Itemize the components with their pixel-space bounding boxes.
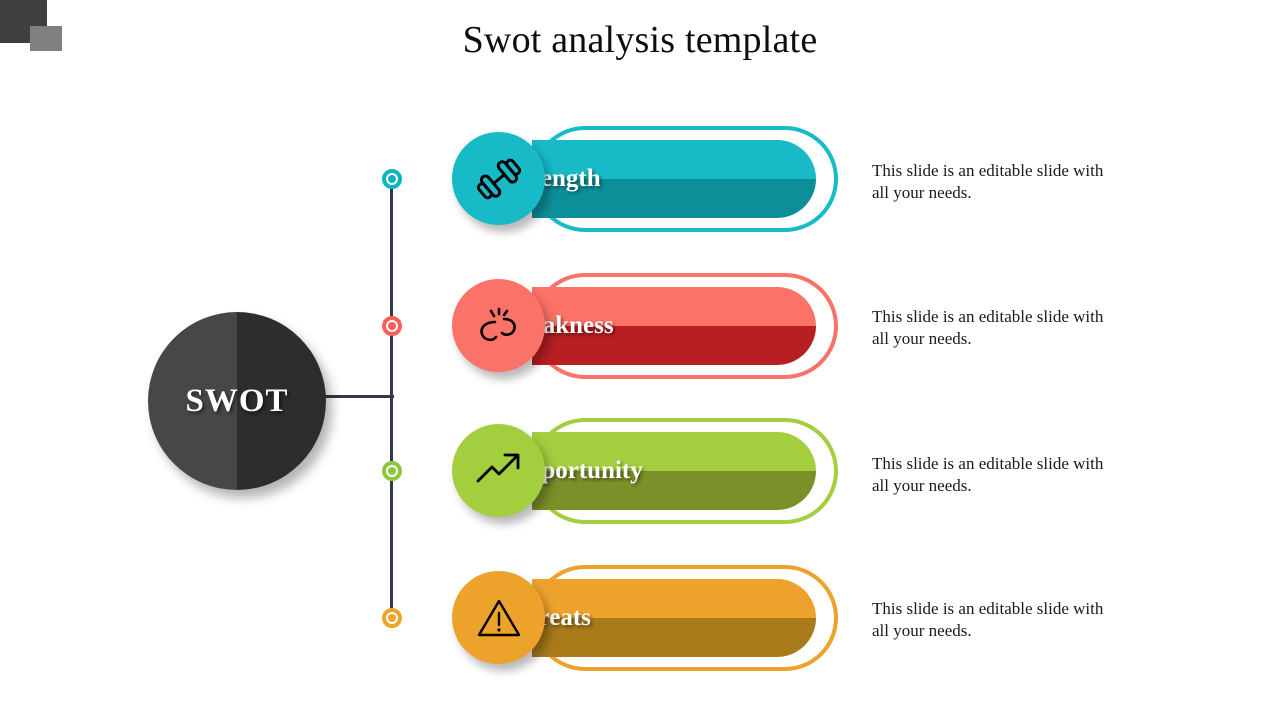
swot-row-opportunity[interactable]: Opportunity <box>446 418 846 524</box>
connector-horizontal <box>322 395 394 398</box>
dumbbell-icon <box>452 132 545 225</box>
row-description-weakness: This slide is an editable slide with all… <box>872 307 1104 349</box>
node-dot-strength[interactable] <box>382 169 402 189</box>
broken-chain-icon <box>452 279 545 372</box>
row-description-strength: This slide is an editable slide with all… <box>872 161 1104 203</box>
connector-vertical <box>390 179 393 620</box>
node-dot-opportunity[interactable] <box>382 461 402 481</box>
warning-triangle-icon <box>452 571 545 664</box>
trend-up-arrow-icon <box>452 424 545 517</box>
swot-row-threats[interactable]: Threats <box>446 565 846 671</box>
node-dot-threats[interactable] <box>382 608 402 628</box>
swot-hub-circle: SWOT <box>148 312 326 490</box>
page-title: Swot analysis template <box>462 19 818 61</box>
row-description-opportunity: This slide is an editable slide with all… <box>872 454 1104 496</box>
row-description-threats: This slide is an editable slide with all… <box>872 599 1104 641</box>
hub-label: SWOT <box>185 382 289 419</box>
swot-row-strength[interactable]: Strength <box>446 126 846 232</box>
swot-row-weakness[interactable]: Weakness <box>446 273 846 379</box>
node-dot-weakness[interactable] <box>382 316 402 336</box>
